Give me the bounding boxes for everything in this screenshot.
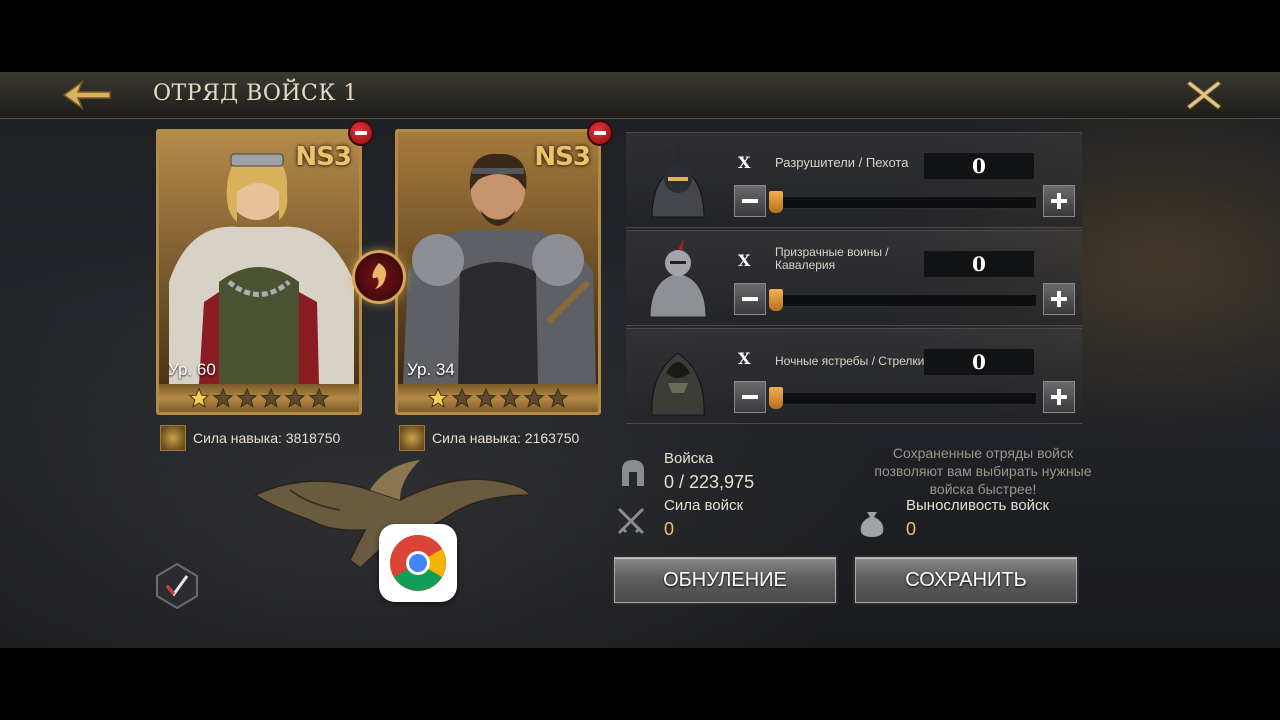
slider-thumb[interactable] — [769, 289, 783, 311]
plus-icon-vertical — [1057, 291, 1061, 307]
hero-badge: NS3 — [295, 142, 352, 172]
crest-icon — [372, 263, 387, 289]
multiplier-label: X — [738, 251, 751, 270]
star-empty-icon — [523, 387, 545, 408]
save-button[interactable]: СОХРАНИТЬ — [855, 557, 1077, 603]
decrease-infantry-button[interactable] — [734, 185, 766, 217]
troop-selection-panel: X Разрушители / Пехота 0 X Призрачные во… — [626, 132, 1082, 428]
archers-slider[interactable] — [769, 387, 1037, 409]
crossed-swords-icon — [617, 507, 645, 535]
troop-count-input[interactable]: 0 — [924, 349, 1034, 375]
star-empty-icon — [284, 387, 306, 408]
power-label: Сила войск — [664, 497, 744, 514]
increase-archers-button[interactable] — [1043, 381, 1075, 413]
page-title: ОТРЯД ВОЙСК 1 — [153, 81, 358, 106]
top-bar: ОТРЯД ВОЙСК 1 — [0, 72, 1280, 119]
star-empty-icon — [547, 387, 569, 408]
star-empty-icon — [212, 387, 234, 408]
troop-name: Разрушители / Пехота — [775, 155, 909, 170]
close-icon — [1186, 80, 1222, 110]
skill-power-text: Сила навыка: 3818750 — [193, 430, 341, 446]
remove-hero-2-button[interactable] — [587, 120, 613, 146]
cavalry-slider[interactable] — [769, 289, 1037, 311]
troop-count-input[interactable]: 0 — [924, 251, 1034, 277]
remove-hero-1-button[interactable] — [348, 120, 374, 146]
minus-icon — [742, 395, 758, 399]
stamina-label: Выносливость войск — [906, 497, 1050, 514]
skill-power-text: Сила навыка: 2163750 — [432, 430, 580, 446]
hero-1-skill-power: Сила навыка: 3818750 — [160, 424, 340, 452]
hero-badge: NS3 — [534, 142, 591, 172]
stamina-value: 0 — [906, 519, 917, 539]
stamina-bag-icon — [860, 512, 884, 537]
reset-button[interactable]: ОБНУЛЕНИЕ — [614, 557, 836, 603]
hero-level: Ур. 60 — [168, 360, 216, 379]
chrome-app-icon[interactable] — [379, 524, 457, 602]
skill-icon — [160, 425, 186, 451]
cavalry-portrait — [649, 239, 707, 318]
hero-card-2[interactable]: NS3 Ур. 34 — [395, 129, 601, 415]
star-empty-icon — [236, 387, 258, 408]
back-button[interactable] — [60, 78, 114, 112]
close-button[interactable] — [1184, 78, 1224, 112]
hero-card-1[interactable]: NS3 Ур. 60 — [156, 129, 362, 415]
hero-2-skill-power: Сила навыка: 2163750 — [399, 424, 579, 452]
troops-value: 0 / 223,975 — [664, 472, 755, 492]
troops-label: Войска — [664, 450, 714, 467]
chrome-logo-icon — [390, 535, 446, 591]
increase-cavalry-button[interactable] — [1043, 283, 1075, 315]
plus-icon-vertical — [1057, 193, 1061, 209]
slider-thumb[interactable] — [769, 387, 783, 409]
star-empty-icon — [475, 387, 497, 408]
infantry-slider[interactable] — [769, 191, 1037, 213]
multiplier-label: X — [738, 153, 751, 172]
hero-stars — [398, 384, 598, 412]
increase-infantry-button[interactable] — [1043, 185, 1075, 217]
infantry-portrait — [651, 141, 705, 218]
decrease-archers-button[interactable] — [734, 381, 766, 413]
hero-link-medal — [352, 250, 406, 304]
helmet-icon — [622, 460, 644, 486]
hero-stars — [159, 384, 359, 412]
archers-portrait — [651, 352, 705, 416]
star-filled-icon — [188, 387, 210, 408]
troop-row-infantry: X Разрушители / Пехота 0 — [626, 132, 1082, 228]
arrow-left-icon — [62, 79, 111, 111]
multiplier-label: X — [738, 349, 751, 368]
star-empty-icon — [499, 387, 521, 408]
slider-thumb[interactable] — [769, 191, 783, 213]
star-empty-icon — [451, 387, 473, 408]
troop-count-input[interactable]: 0 — [924, 153, 1034, 179]
troop-row-cavalry: X Призрачные воины / Кавалерия 0 — [626, 230, 1082, 326]
star-empty-icon — [260, 387, 282, 408]
star-filled-icon — [427, 387, 449, 408]
troop-name: Ночные ястребы / Стрелки — [775, 354, 925, 368]
troop-row-archers: X Ночные ястребы / Стрелки 0 — [626, 328, 1082, 424]
check-icon — [156, 562, 198, 610]
plus-icon-vertical — [1057, 389, 1061, 405]
confirm-check-button[interactable] — [153, 562, 201, 610]
saved-squads-hint: Сохраненные отряды войск позволяют вам в… — [874, 445, 1092, 497]
power-value: 0 — [664, 519, 675, 539]
star-empty-icon — [308, 387, 330, 408]
skill-icon — [399, 425, 425, 451]
minus-icon — [742, 199, 758, 203]
decrease-cavalry-button[interactable] — [734, 283, 766, 315]
game-screen: ОТРЯД ВОЙСК 1 NS3 Ур. 60 NS3 Ур. 34 Сила… — [0, 72, 1280, 648]
troop-name: Призрачные воины / Кавалерия — [775, 245, 889, 272]
hero-level: Ур. 34 — [407, 360, 455, 379]
minus-icon — [742, 297, 758, 301]
